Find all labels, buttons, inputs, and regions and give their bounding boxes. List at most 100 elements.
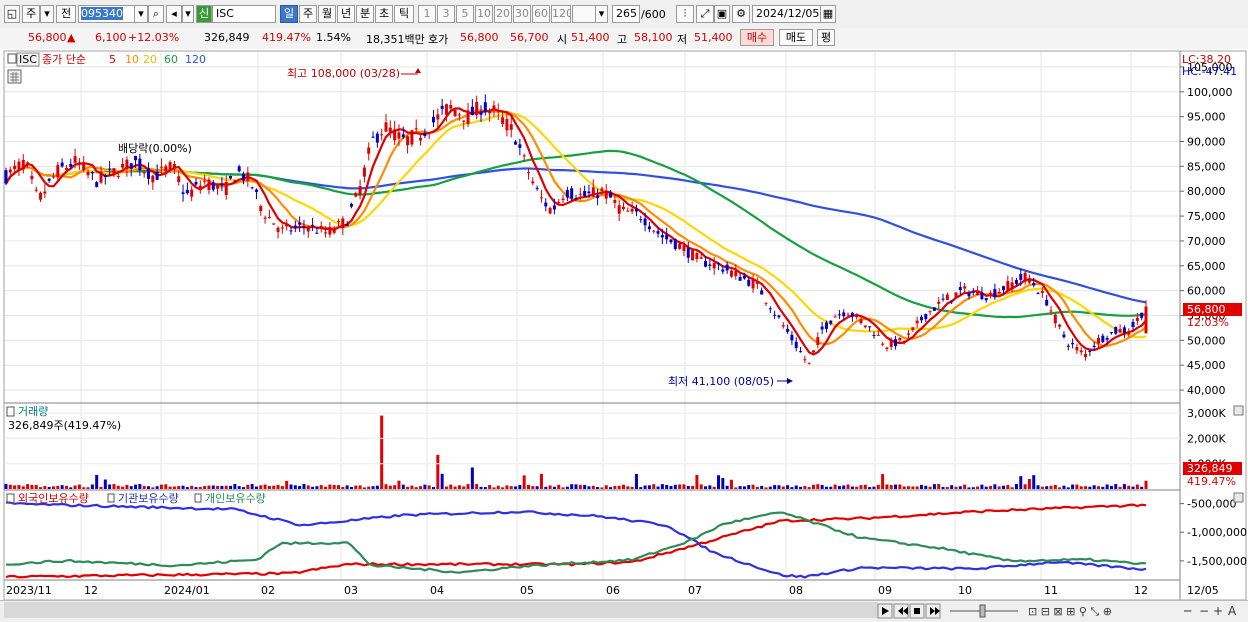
chevron-down-icon[interactable]: ▾ <box>40 5 54 23</box>
candle <box>630 208 634 212</box>
compare-icon[interactable]: ⤢ <box>696 5 714 23</box>
interval-30[interactable]: 30 <box>513 5 531 23</box>
candle <box>1118 329 1122 333</box>
candle <box>967 293 971 297</box>
interval-5[interactable]: 5 <box>456 5 474 23</box>
candle <box>786 328 790 332</box>
eval-button[interactable]: 평 <box>817 29 835 46</box>
zoom-out-icon[interactable]: ─ <box>1183 604 1192 618</box>
stock-name-field[interactable]: ISC <box>212 5 276 23</box>
interval-60[interactable]: 60 <box>532 5 550 23</box>
date-input[interactable]: 2024/12/05 <box>752 5 822 23</box>
volume-bar <box>997 486 1001 489</box>
window-icon[interactable]: ◱ <box>4 5 20 23</box>
volume-bar <box>1131 486 1135 489</box>
tab-second[interactable]: 초 <box>375 5 393 23</box>
buy-button[interactable]: 매수 <box>740 29 774 46</box>
tab-minute[interactable]: 분 <box>356 5 374 23</box>
save-icon[interactable]: ▣ <box>714 5 730 23</box>
volume-bar <box>466 484 470 489</box>
volume-bar <box>686 486 690 489</box>
volume-bar <box>453 486 457 489</box>
volume-bar <box>1097 486 1100 489</box>
candle <box>95 182 99 187</box>
tab-week[interactable]: 주 <box>299 5 317 23</box>
volume-bar <box>1101 486 1105 489</box>
candle <box>565 190 569 198</box>
close-panel-icon[interactable] <box>1233 405 1244 416</box>
stock-chart[interactable]: 105,000100,00095,00090,00085,00080,00075… <box>0 49 1248 621</box>
zoom-out-icon[interactable]: − <box>1199 604 1209 618</box>
candle <box>64 168 68 170</box>
candle <box>514 141 518 145</box>
chevron-down-icon[interactable]: ▾ <box>595 5 608 23</box>
ma-title: 종가 단순 <box>42 53 86 66</box>
tab-year[interactable]: 년 <box>337 5 355 23</box>
volume-bar <box>626 486 630 489</box>
tab-tick[interactable]: 틱 <box>394 5 414 23</box>
search-icon[interactable]: ⌕ <box>148 5 164 23</box>
candle <box>1045 299 1049 306</box>
prev-button[interactable]: 전 <box>56 5 76 23</box>
close-panel-icon[interactable] <box>1233 492 1244 503</box>
candle <box>1032 282 1036 286</box>
candle <box>159 166 163 168</box>
volume-bar <box>691 485 695 489</box>
volume-bar <box>457 485 461 489</box>
candle <box>557 202 561 204</box>
sell-button[interactable]: 매도 <box>779 29 813 46</box>
candle <box>596 195 600 199</box>
tab-day[interactable]: 일 <box>280 5 298 23</box>
volume-bar <box>142 485 146 489</box>
table-icon[interactable] <box>7 69 22 84</box>
chart-area[interactable]: 105,000 100,000 95,000 90,000 85,000 80,000 75… <box>0 49 1248 621</box>
font-size-icon[interactable]: A <box>1228 604 1237 618</box>
volume-bar <box>527 484 530 489</box>
volume-bar <box>725 485 729 489</box>
volume-last-label: 326,849 <box>1187 462 1233 475</box>
volume-bar <box>803 485 807 489</box>
calendar-icon[interactable]: ▦ <box>820 5 836 23</box>
volume-bar <box>704 486 708 489</box>
count-input[interactable]: 265 <box>612 5 640 23</box>
date-tick-label: 11 <box>1044 584 1058 597</box>
volume-bar <box>138 484 142 489</box>
volume-bar <box>233 484 237 489</box>
market-select[interactable]: 주 <box>22 5 40 23</box>
interval-1[interactable]: 1 <box>418 5 436 23</box>
tab-month[interactable]: 월 <box>318 5 336 23</box>
candle <box>371 136 375 138</box>
view-icons[interactable]: ⊡ ⊟ ⊠ ⊞ ⚲ ⤡ ⊕ <box>1028 605 1112 618</box>
candle <box>518 144 522 148</box>
candle <box>246 172 250 181</box>
volume-bar <box>324 486 328 489</box>
volume-bar <box>263 484 267 489</box>
candle <box>1036 293 1040 295</box>
scrollbar-track[interactable] <box>4 602 878 618</box>
stock-code-input[interactable]: 095340 <box>78 5 136 23</box>
gear-icon[interactable]: ⚙ <box>732 5 750 23</box>
volume-bar <box>855 486 859 489</box>
volume-bar <box>729 479 733 489</box>
speaker-icon[interactable]: ◂ <box>166 5 182 23</box>
volume-bar <box>945 486 949 489</box>
change-percent: +12.03% <box>128 31 180 44</box>
zoom-in-icon[interactable]: + <box>1213 604 1223 618</box>
candle <box>691 250 695 261</box>
zoom-slider-handle[interactable] <box>979 604 986 618</box>
volume-bar <box>755 486 759 489</box>
volume-bar <box>393 485 397 489</box>
chevron-down-icon[interactable]: ▾ <box>182 5 194 23</box>
candle <box>293 225 297 228</box>
low-label: 저 <box>677 33 688 46</box>
interval-120[interactable]: 120 <box>551 5 571 23</box>
chart-type-icon[interactable]: ⫶ <box>676 5 694 23</box>
volume-bar <box>220 485 224 489</box>
chevron-down-icon[interactable]: ▾ <box>134 5 148 23</box>
interval-3[interactable]: 3 <box>437 5 455 23</box>
volume-bar <box>64 485 68 489</box>
candle <box>889 339 893 347</box>
interval-20[interactable]: 20 <box>494 5 512 23</box>
interval-10[interactable]: 10 <box>475 5 493 23</box>
candle <box>332 230 336 233</box>
